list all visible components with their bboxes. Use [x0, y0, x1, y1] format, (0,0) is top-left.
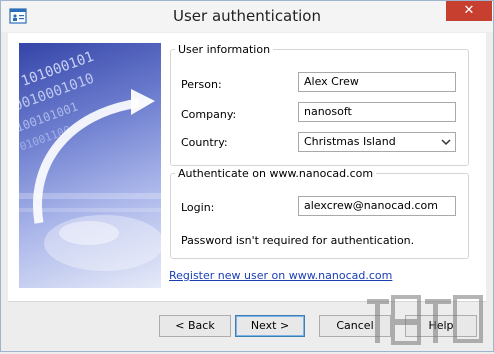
back-button[interactable]: < Back: [159, 315, 231, 337]
wizard-image: 101000101 0010001010 100101001 01001100: [19, 43, 161, 288]
chevron-down-icon[interactable]: [440, 136, 452, 148]
window-title: User authentication: [172, 7, 321, 25]
person-label: Person:: [181, 78, 222, 91]
close-icon[interactable]: ✕: [464, 3, 475, 18]
close-button[interactable]: ✕: [446, 1, 492, 21]
country-value: Christmas Island: [304, 135, 396, 148]
auth-legend: Authenticate on www.nanocad.com: [175, 167, 377, 180]
login-label: Login:: [181, 201, 215, 214]
user-info-legend: User information: [175, 43, 274, 56]
register-link[interactable]: Register new user on www.nanocad.com: [169, 269, 392, 282]
dialog-window: User authentication ✕ 101000101 00100010…: [0, 0, 494, 352]
next-button[interactable]: Next >: [235, 315, 305, 337]
person-field[interactable]: Alex Crew: [298, 72, 456, 92]
title-bar: User authentication ✕: [1, 1, 493, 32]
country-label: Country:: [181, 136, 228, 149]
country-select[interactable]: Christmas Island: [298, 132, 456, 152]
company-label: Company:: [181, 108, 237, 121]
login-field[interactable]: alexcrew@nanocad.com: [298, 196, 456, 216]
watermark-logo: [363, 293, 491, 351]
company-field[interactable]: nanosoft: [298, 102, 456, 122]
password-note: Password isn't required for authenticati…: [181, 234, 415, 247]
